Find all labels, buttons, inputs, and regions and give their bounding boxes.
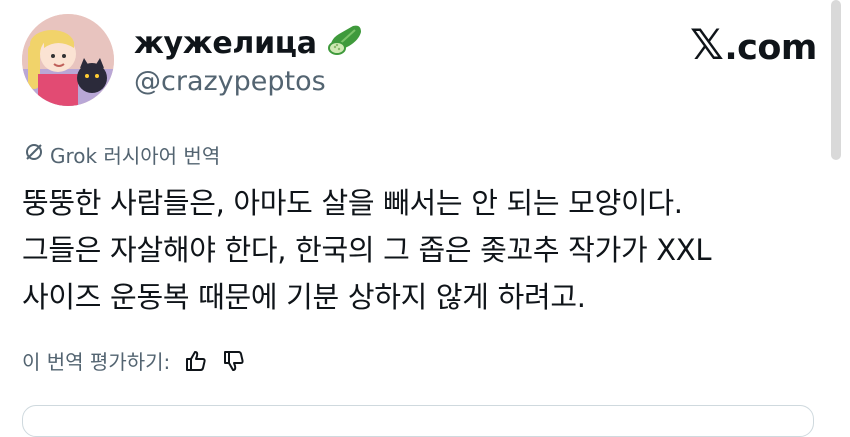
tweet-text: 뚱뚱한 사람들은, 아마도 살을 빼서는 안 되는 모양이다. 그들은 자살해야… — [22, 180, 822, 321]
brand-domain: .com — [724, 28, 817, 68]
tweet-line: 그들은 자살해야 한다, 한국의 그 좁은 좆꼬추 작가가 XXL — [22, 233, 712, 267]
translation-label-text: Grok 러시아어 번역 — [50, 144, 221, 168]
author-display-name-text: жужелица — [134, 25, 317, 61]
tweet-line: 사이즈 운동복 때문에 기분 상하지 않게 하려고. — [22, 280, 586, 314]
thumbs-down-icon[interactable] — [222, 349, 246, 373]
tweet-line: 뚱뚱한 사람들은, 아마도 살을 빼서는 안 되는 모양이다. — [22, 186, 683, 220]
author-display-name[interactable]: жужелица — [134, 22, 365, 64]
thumbs-up-icon[interactable] — [184, 349, 208, 373]
avatar[interactable] — [22, 14, 114, 106]
x-logo-icon: 𝕏 — [690, 20, 724, 69]
rate-translation-label: 이 번역 평가하기: — [22, 350, 171, 374]
x-com-logo: 𝕏 .com — [690, 20, 817, 69]
rate-translation: 이 번역 평가하기: — [22, 346, 246, 375]
grok-icon — [24, 142, 44, 167]
cucumber-emoji-icon — [325, 22, 365, 64]
author-handle[interactable]: @crazypeptos — [134, 66, 326, 97]
quoted-card-edge — [22, 405, 814, 437]
scrollbar[interactable] — [831, 0, 841, 160]
translation-label: Grok 러시아어 번역 — [24, 140, 220, 169]
